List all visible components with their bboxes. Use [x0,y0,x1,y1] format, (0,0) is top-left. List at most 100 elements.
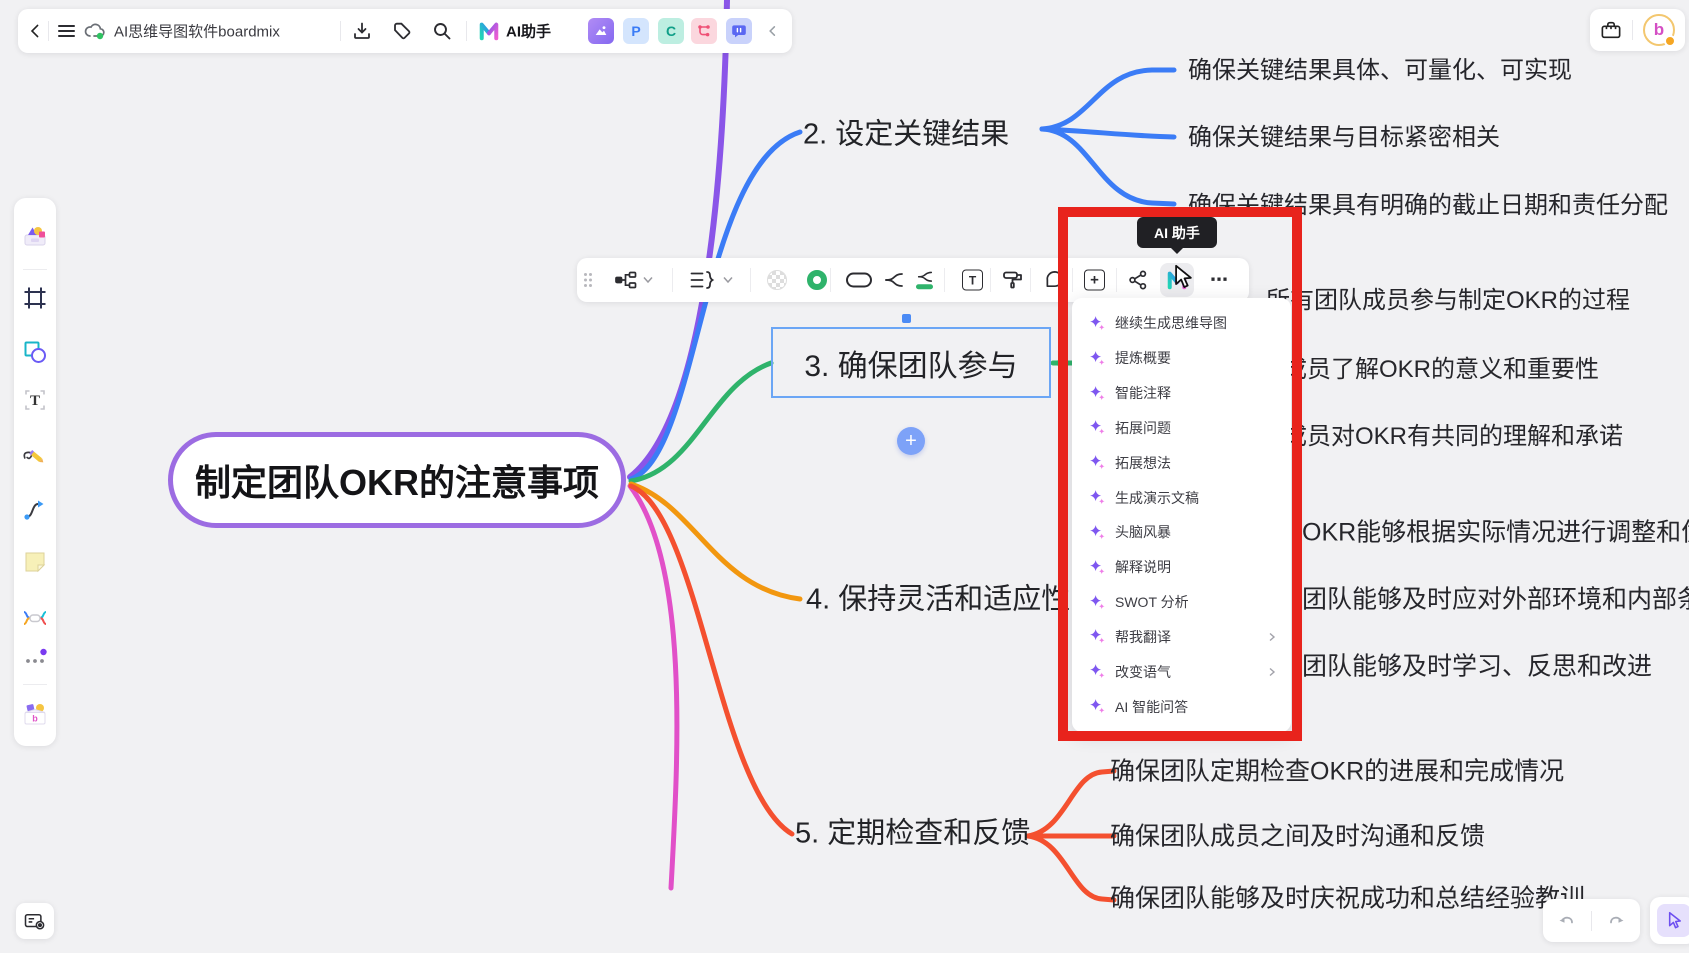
selected-branch-node[interactable]: 3. 确保团队参与 [771,327,1051,398]
divider [1591,911,1592,931]
child-node[interactable]: 团队能够及时学习、反思和改进 [1302,655,1652,680]
chevron-down-icon[interactable] [643,277,653,284]
comment-button[interactable] [1044,270,1065,290]
ai-assistant-logo-icon [478,21,500,41]
ai-assistant-tooltip: AI 助手 [1137,217,1217,248]
search-button[interactable] [432,21,452,41]
border-color-button[interactable] [807,270,827,290]
node-shape-button[interactable] [846,273,872,288]
export-button[interactable] [352,21,372,41]
central-topic-node[interactable]: 制定团队OKR的注意事项 [168,432,626,528]
child-node[interactable]: 确保关键结果具有明确的截止日期和责任分配 [1188,194,1668,218]
redo-button[interactable] [1607,913,1625,929]
ai-menu-item-label: 继续生成思维导图 [1115,313,1277,333]
ai-menu-item[interactable]: 生成演示文稿 [1072,480,1291,515]
child-node[interactable]: 确保关键结果具体、可量化、可实现 [1188,59,1572,83]
node-top-handle[interactable] [902,314,911,323]
sparkle-icon [1090,455,1105,470]
child-node[interactable]: 所有团队成员参与制定OKR的过程 [1266,289,1630,313]
add-child-button[interactable]: + [897,427,925,455]
svg-text:T: T [30,393,40,409]
divider [750,268,751,292]
ai-menu-item-label: 智能注释 [1115,383,1277,403]
share-node-button[interactable] [1128,270,1148,290]
child-node[interactable]: 确保团队能够及时庆祝成功和总结经验教训 [1110,887,1585,912]
frame-tool[interactable] [19,282,51,314]
ai-menu-item[interactable]: 帮我翻译 [1072,619,1291,654]
child-node[interactable]: 确保团队成员之间及时沟通和反馈 [1110,825,1485,850]
submenu-chevron-icon [1267,632,1277,642]
connector-tool[interactable] [19,494,51,526]
sparkle-icon [1090,316,1105,331]
shapes-tool[interactable] [19,336,51,368]
undo-button[interactable] [1558,913,1576,929]
sticky-note-tool[interactable] [19,546,51,578]
ai-menu-item[interactable]: 拓展想法 [1072,445,1291,480]
chart-app-icon[interactable]: C [658,18,684,44]
canvas-overview-button[interactable] [16,903,54,939]
main-menu-button[interactable] [58,24,75,38]
child-node[interactable]: 成员了解OKR的意义和重要性 [1283,358,1599,382]
text-style-button[interactable]: T [962,270,983,291]
branch-node[interactable]: 4. 保持灵活和适应性 [806,586,1070,615]
divider [830,268,831,292]
pointer-tool-button[interactable] [1657,904,1689,937]
sparkle-icon [1090,525,1105,540]
branch-node[interactable]: 2. 设定关键结果 [803,121,1009,150]
back-button[interactable] [28,23,44,39]
ai-menu-item[interactable]: SWOT 分析 [1072,585,1291,620]
insert-button[interactable]: + [1084,270,1105,291]
pen-tool[interactable] [19,441,51,473]
tag-button[interactable] [392,21,412,41]
undo-redo-panel [1543,899,1640,942]
mindmap-tool[interactable] [19,602,51,634]
cloud-sync-icon [84,22,106,40]
format-painter-button[interactable] [1002,270,1024,290]
templates-tool[interactable] [19,220,51,252]
ai-menu-item[interactable]: AI 智能问答 [1072,689,1291,724]
divider [1632,20,1633,40]
divider [23,684,47,685]
ai-menu-item[interactable]: 解释说明 [1072,550,1291,585]
ai-assistant-tool-button[interactable] [1160,263,1194,297]
version-tree-app-icon[interactable] [691,18,717,44]
drag-handle[interactable] [583,272,593,288]
resource-box-button[interactable]: b [19,699,51,731]
chat-app-icon[interactable] [726,18,752,44]
child-node[interactable]: 确保关键结果与目标紧密相关 [1188,126,1500,150]
ai-menu-item-label: 生成演示文稿 [1115,488,1277,508]
ai-assistant-button[interactable]: AI助手 [506,21,551,42]
submenu-chevron-icon [1267,667,1277,677]
fill-color-button[interactable] [767,270,787,290]
text-tool[interactable]: T [19,384,51,416]
workspace-button[interactable] [1600,20,1622,40]
ai-menu-item[interactable]: 智能注释 [1072,376,1291,411]
ai-menu-item[interactable]: 头脑风暴 [1072,515,1291,550]
user-avatar[interactable]: b [1643,14,1675,46]
branch-line-color-button[interactable] [916,271,933,289]
child-node[interactable]: 团队能够及时应对外部环境和内部条 [1302,588,1689,613]
chevron-down-icon[interactable] [723,277,733,284]
layout-structure-button[interactable] [615,271,637,289]
ai-menu-item[interactable]: 提炼概要 [1072,341,1291,376]
divider [1072,268,1073,292]
more-tools-button[interactable] [19,644,51,676]
ai-menu-item[interactable]: 继续生成思维导图 [1072,306,1291,341]
ai-assistant-menu: 继续生成思维导图提炼概要智能注释拓展问题拓展想法生成演示文稿头脑风暴解释说明SW… [1072,298,1291,732]
branch-node[interactable]: 5. 定期检查和反馈 [795,820,1030,849]
pixso-app-icon[interactable]: P [623,18,649,44]
ai-menu-item[interactable]: 拓展问题 [1072,410,1291,445]
pointer-tool-panel [1650,897,1689,944]
child-node[interactable]: OKR能够根据实际情况进行调整和优 [1302,521,1689,546]
more-options-button[interactable]: ⋯ [1210,270,1229,291]
ai-menu-item[interactable]: 改变语气 [1072,654,1291,689]
outline-style-button[interactable] [690,271,716,289]
child-node[interactable]: 确保团队定期检查OKR的进展和完成情况 [1110,760,1564,785]
ai-menu-item-label: 拓展问题 [1115,418,1277,438]
child-node[interactable]: 成员对OKR有共同的理解和承诺 [1283,425,1623,449]
image-app-icon[interactable] [588,18,614,44]
collapse-toolbar-button[interactable] [766,24,780,38]
document-title[interactable]: AI思维导图软件boardmix [114,21,280,42]
branch-style-button[interactable] [884,272,904,288]
ai-menu-item-label: 改变语气 [1115,662,1267,682]
